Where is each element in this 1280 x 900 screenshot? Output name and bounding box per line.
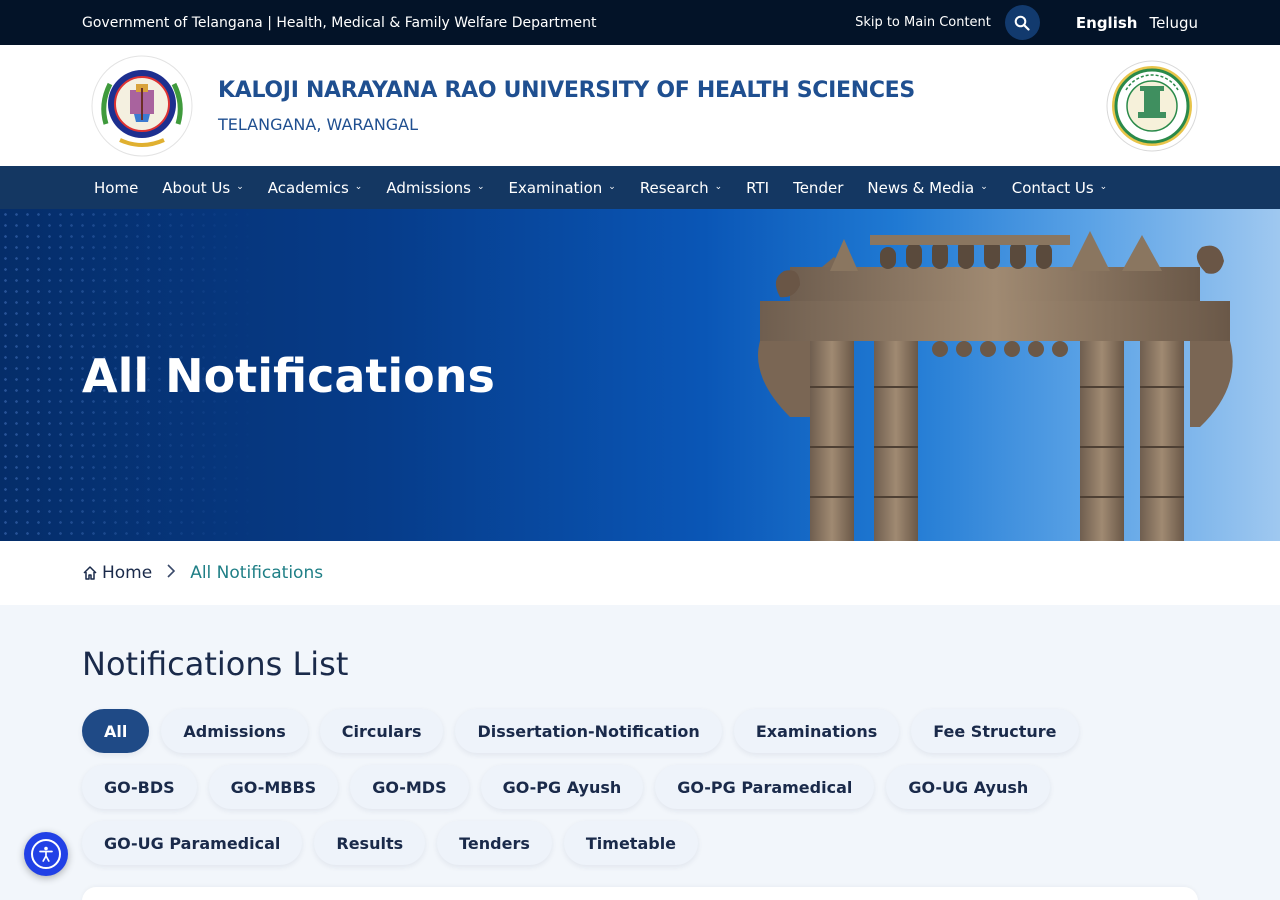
language-english[interactable]: English [1076,14,1138,32]
filter-all[interactable]: All [82,709,150,753]
filter-results[interactable]: Results [314,821,426,865]
nav-academics-label: Academics [267,178,349,197]
filter-go-mbbs[interactable]: GO-MBBS [208,765,339,809]
filter-go-ug-paramedical[interactable]: GO-UG Paramedical [82,821,303,865]
nav-tender[interactable]: Tender [781,166,855,209]
search-button[interactable] [1004,5,1040,40]
nav-news-media[interactable]: News & Media ⌄ [855,166,999,209]
nav-about-us-label: About Us [162,178,231,197]
site-header: KALOJI NARAYANA RAO UNIVERSITY OF HEALTH… [0,45,1280,166]
main-navigation: Home About Us ⌄ Academics ⌄ Admissions ⌄ Ex… [0,166,1280,209]
chevron-down-icon: ⌄ [1099,181,1108,192]
hero-banner: All Notifications [0,209,1280,541]
skip-to-main-link[interactable]: Skip to Main Content [855,15,991,30]
nav-rti[interactable]: RTI [734,166,781,209]
nav-contact-us[interactable]: Contact Us ⌄ [1000,166,1119,209]
filter-go-bds[interactable]: GO-BDS [82,765,197,809]
chevron-down-icon: ⌄ [236,181,244,192]
filter-examinations[interactable]: Examinations [733,709,900,753]
nav-admissions-label: Admissions [386,178,471,197]
university-location: TELANGANA, WARANGAL [218,114,419,134]
chevron-down-icon: ⌄ [354,181,363,192]
university-title[interactable]: KALOJI NARAYANA RAO UNIVERSITY OF HEALTH… [218,78,1106,103]
filter-go-ug-ayush[interactable]: GO-UG Ayush [886,765,1051,809]
accessibility-icon [31,839,61,869]
chevron-down-icon: ⌄ [608,181,616,192]
nav-rti-label: RTI [746,178,770,197]
filter-go-pg-ayush[interactable]: GO-PG Ayush [480,765,644,809]
page-title: All Notifications [82,349,495,403]
filter-dissertation-notification[interactable]: Dissertation-Notification [455,709,722,753]
filter-go-pg-paramedical[interactable]: GO-PG Paramedical [655,765,875,809]
university-logo[interactable] [90,54,194,158]
nav-tender-label: Tender [793,178,844,197]
filter-tenders[interactable]: Tenders [437,821,552,865]
chevron-right-icon [166,563,176,583]
search-icon [1015,15,1030,31]
filter-admissions[interactable]: Admissions [161,709,308,753]
government-department-text: Government of Telangana | Health, Medica… [82,14,597,31]
filter-circulars[interactable]: Circulars [319,709,444,753]
nav-examination-label: Examination [508,178,603,197]
section-heading: Notifications List [82,645,349,683]
accessibility-button[interactable] [24,832,68,876]
government-logo [1106,60,1198,152]
nav-research-label: Research [639,178,709,197]
notifications-card [82,887,1198,900]
breadcrumb: Home All Notifications [0,541,1280,605]
breadcrumb-home-link[interactable]: Home [82,563,152,583]
nav-about-us[interactable]: About Us ⌄ [150,166,255,209]
kakatiya-arch-image [758,231,1233,541]
filter-timetable[interactable]: Timetable [563,821,699,865]
chevron-down-icon: ⌄ [980,181,988,192]
nav-research[interactable]: Research ⌄ [628,166,734,209]
brand-block: KALOJI NARAYANA RAO UNIVERSITY OF HEALTH… [218,78,1106,134]
filter-go-mds[interactable]: GO-MDS [350,765,469,809]
nav-examination[interactable]: Examination ⌄ [497,166,628,209]
category-filters: All Admissions Circulars Dissertation-No… [82,709,1162,865]
filter-fee-structure[interactable]: Fee Structure [911,709,1079,753]
top-utility-bar: Government of Telangana | Health, Medica… [0,0,1280,45]
nav-news-media-label: News & Media [867,178,975,197]
main-content: Notifications List All Admissions Circul… [0,605,1280,865]
breadcrumb-home-label: Home [102,563,153,583]
nav-home-label: Home [94,178,139,197]
home-icon [83,566,97,580]
government-of-telangana-emblem-icon [1106,60,1198,151]
nav-contact-us-label: Contact Us [1011,178,1094,197]
chevron-down-icon: ⌄ [476,181,485,192]
nav-home[interactable]: Home [82,166,150,209]
university-emblem-icon [91,55,193,156]
language-telugu[interactable]: Telugu [1149,14,1198,32]
breadcrumb-current: All Notifications [190,563,324,583]
nav-admissions[interactable]: Admissions ⌄ [374,166,496,209]
nav-academics[interactable]: Academics ⌄ [256,166,375,209]
chevron-down-icon: ⌄ [714,181,723,192]
